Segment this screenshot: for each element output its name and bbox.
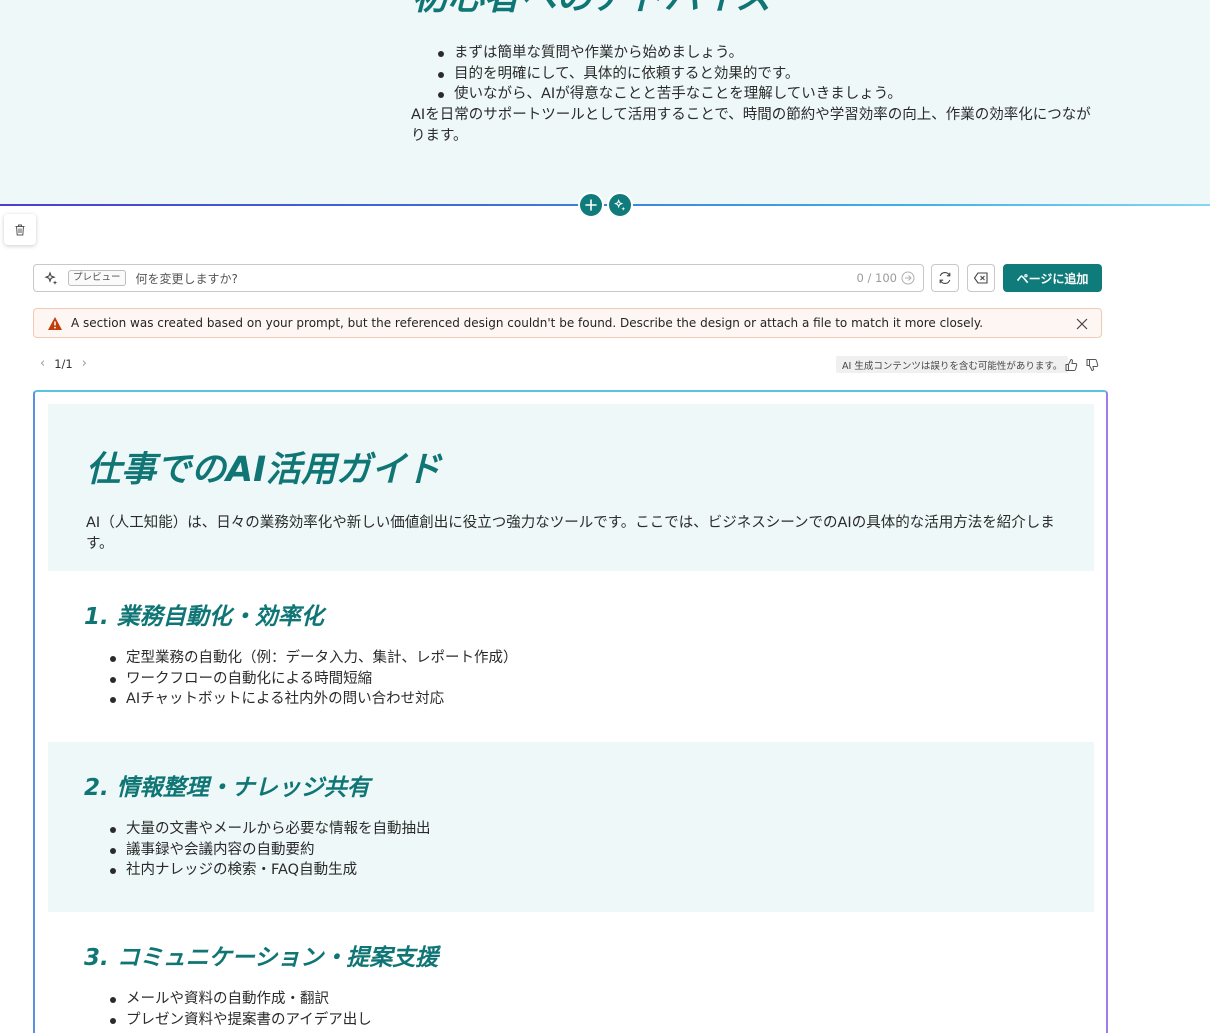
backspace-icon <box>973 272 988 284</box>
variant-pager: ‹ 1/1 › <box>40 356 87 371</box>
trash-icon <box>15 224 25 235</box>
counter-text: 0 / 100 <box>856 271 897 285</box>
list-item: プレゼン資料や提案書のアイデア出し <box>84 1010 372 1031</box>
preview-badge: プレビュー <box>68 270 126 286</box>
plus-icon <box>585 199 597 211</box>
section-divider <box>0 204 1210 206</box>
ai-disclaimer: AI 生成コンテンツは誤りを含む可能性があります。 <box>836 356 1069 373</box>
list-item: 目的を明確にして、具体的に依頼すると効果的です。 <box>412 64 902 85</box>
preview-title: 仕事でのAI活用ガイド <box>86 450 442 490</box>
send-icon[interactable] <box>901 271 915 285</box>
section-list: 大量の文書やメールから必要な情報を自動抽出 議事録や会議内容の自動要約 社内ナレ… <box>84 819 431 881</box>
list-item: まずは簡単な質問や作業から始めましょう。 <box>412 43 902 64</box>
section-heading: 1. 業務自動化・効率化 <box>84 604 324 630</box>
existing-section-advice: 初心者へのアドバイス まずは簡単な質問や作業から始めましょう。 目的を明確にして… <box>0 0 1210 204</box>
preview-section-automation: 1. 業務自動化・効率化 定型業務の自動化（例：データ入力、集計、レポート作成）… <box>48 571 1094 742</box>
chevron-right-icon[interactable]: › <box>82 356 87 371</box>
add-to-page-button[interactable]: ページに追加 <box>1003 264 1102 292</box>
advice-list: まずは簡単な質問や作業から始めましょう。 目的を明確にして、具体的に依頼すると効… <box>412 43 902 105</box>
prompt-input[interactable]: 何を変更しますか? <box>136 270 238 287</box>
list-item: 定型業務の自動化（例：データ入力、集計、レポート作成） <box>84 648 518 669</box>
list-item: 社内ナレッジの検索・FAQ自動生成 <box>84 860 431 881</box>
ai-section-button[interactable] <box>607 192 633 218</box>
thumbs-down-icon[interactable] <box>1085 357 1099 372</box>
section-heading: 3. コミュニケーション・提案支援 <box>84 945 439 971</box>
sparkle-icon <box>613 198 625 211</box>
add-section-button[interactable] <box>578 192 604 218</box>
preview-description: AI（人工知能）は、日々の業務効率化や新しい価値創出に役立つ強力なツールです。こ… <box>86 515 1055 552</box>
refresh-icon <box>939 272 951 284</box>
warning-message-bar: A section was created based on your prom… <box>33 308 1102 338</box>
section-list: 定型業務の自動化（例：データ入力、集計、レポート作成） ワークフローの自動化によ… <box>84 648 518 710</box>
list-item: ワークフローの自動化による時間短縮 <box>84 669 518 690</box>
section-heading: 2. 情報整理・ナレッジ共有 <box>84 775 370 801</box>
pager-label: 1/1 <box>54 356 73 371</box>
list-item: 議事録や会議内容の自動要約 <box>84 840 431 861</box>
close-icon[interactable] <box>1075 316 1089 330</box>
advice-section-title: 初心者へのアドバイス <box>412 0 771 18</box>
preview-section-knowledge: 2. 情報整理・ナレッジ共有 大量の文書やメールから必要な情報を自動抽出 議事録… <box>48 742 1094 913</box>
list-item: 大量の文書やメールから必要な情報を自動抽出 <box>84 819 431 840</box>
preview-section-communication: 3. コミュニケーション・提案支援 メールや資料の自動作成・翻訳 プレゼン資料や… <box>48 912 1094 1033</box>
regenerate-button[interactable] <box>931 264 959 292</box>
thumbs-up-icon[interactable] <box>1064 357 1078 371</box>
sparkle-icon <box>44 270 60 286</box>
advice-paragraph: AIを日常のサポートツールとして活用することで、時間の節約や学習効率の向上、作業… <box>411 107 1091 144</box>
character-counter: 0 / 100 <box>857 271 915 285</box>
warning-icon <box>47 315 63 331</box>
list-item: メールや資料の自動作成・翻訳 <box>84 989 372 1010</box>
section-list: メールや資料の自動作成・翻訳 プレゼン資料や提案書のアイデア出し <box>84 989 372 1030</box>
prompt-input-bar[interactable]: プレビュー 何を変更しますか? 0 / 100 <box>33 264 924 292</box>
clear-prompt-button[interactable] <box>967 264 995 292</box>
chevron-left-icon[interactable]: ‹ <box>40 356 45 371</box>
generated-section-preview[interactable]: 仕事でのAI活用ガイド AI（人工知能）は、日々の業務効率化や新しい価値創出に役… <box>33 390 1108 1033</box>
delete-section-button[interactable] <box>4 214 36 245</box>
list-item: 使いながら、AIが得意なことと苦手なことを理解していきましょう。 <box>412 84 902 105</box>
list-item: AIチャットボットによる社内外の問い合わせ対応 <box>84 689 518 710</box>
preview-hero: 仕事でのAI活用ガイド AI（人工知能）は、日々の業務効率化や新しい価値創出に役… <box>48 404 1094 571</box>
warning-text: A section was created based on your prom… <box>71 316 984 330</box>
